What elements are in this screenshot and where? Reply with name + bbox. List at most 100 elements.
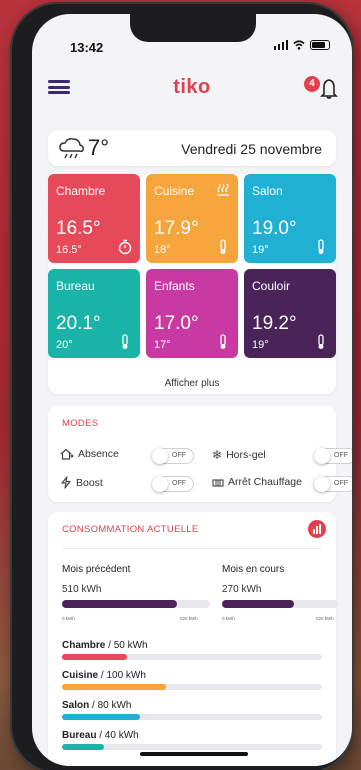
thermometer-icon — [220, 334, 226, 349]
room-name: Cuisine — [154, 184, 195, 198]
status-time: 13:42 — [70, 40, 104, 55]
mode-label: Arrêt Chauffage — [228, 476, 302, 488]
notification-badge: 4 — [304, 76, 320, 92]
room-consumption-name: Cuisine — [62, 670, 99, 681]
room-consumption-bar-fill — [62, 714, 140, 720]
room-consumption-label: Cuisine / 100 kWh — [62, 670, 146, 681]
room-setpoint: 18° — [154, 244, 171, 256]
room-consumption-label: Bureau / 40 kWh — [62, 730, 139, 741]
boost-toggle[interactable]: OFF — [152, 476, 194, 492]
room-name: Chambre — [56, 184, 106, 198]
mode-label: Boost — [76, 476, 103, 489]
room-consumption-value: / 100 kWh — [98, 670, 146, 681]
axis-min: 0 kWh — [62, 616, 75, 621]
room-setpoint: 19° — [252, 339, 269, 351]
previous-month-bar-fill — [62, 600, 178, 608]
room-consumption-bar — [62, 654, 322, 660]
status-icons — [273, 40, 330, 50]
mode-arret-chauffage: Arrêt Chauffage — [212, 476, 302, 488]
room-tile-bureau[interactable]: Bureau 20.1° 20° — [48, 269, 140, 358]
show-more-link[interactable]: Afficher plus — [48, 378, 336, 389]
axis-max: 520 kWh — [180, 616, 198, 621]
room-temperature: 19.2° — [252, 313, 297, 334]
rooms-card: Chambre 16.5° 16.5° Cuisine 17.9° 18° Sa… — [48, 174, 336, 394]
modes-card: MODES Absence OFF ❄ Hors-gel OFF Boost O… — [48, 406, 352, 502]
room-tile-salon[interactable]: Salon 19.0° 19° — [244, 174, 336, 263]
app-bar: tiko 4 — [32, 70, 352, 110]
bar-chart-icon — [313, 524, 321, 534]
room-setpoint: 20° — [56, 339, 73, 351]
axis-min: 0 kWh — [222, 616, 235, 621]
room-consumption-name: Salon — [62, 700, 90, 711]
room-temperature: 16.5° — [56, 218, 101, 239]
notifications-button[interactable]: 4 — [304, 76, 338, 100]
consumption-title: CONSOMMATION ACTUELLE — [62, 524, 199, 535]
room-setpoint: 17° — [154, 339, 171, 351]
room-tile-cuisine[interactable]: Cuisine 17.9° 18° — [146, 174, 238, 263]
current-month-label: Mois en cours — [222, 564, 285, 575]
mode-hors-gel: ❄ Hors-gel — [212, 448, 266, 462]
weather-temperature: 7° — [88, 135, 110, 160]
room-consumption-label: Salon / 80 kWh — [62, 700, 131, 711]
room-name: Couloir — [252, 279, 291, 293]
room-consumption-bar-fill — [62, 654, 127, 660]
snowflake-icon: ❄ — [212, 448, 223, 462]
absence-toggle[interactable]: OFF — [152, 448, 194, 464]
weather-date: Vendredi 25 novembre — [181, 141, 322, 157]
mode-boost: Boost — [60, 476, 103, 489]
thermometer-icon — [122, 334, 128, 349]
previous-month-label: Mois précédent — [62, 564, 131, 575]
arret-chauffage-toggle[interactable]: OFF — [314, 476, 352, 492]
current-month-bar — [222, 600, 338, 608]
room-name: Salon — [252, 184, 283, 198]
axis-max: 520 kWh — [316, 616, 334, 621]
mode-absence: Absence — [60, 448, 119, 460]
room-name: Bureau — [56, 279, 95, 293]
room-tile-enfants[interactable]: Enfants 17.0° 17° — [146, 269, 238, 358]
thermometer-icon — [220, 239, 226, 254]
signal-icon — [273, 40, 288, 50]
room-name: Enfants — [154, 279, 195, 293]
room-consumption-bar-fill — [62, 684, 166, 690]
room-consumption-label: Chambre / 50 kWh — [62, 640, 148, 651]
battery-icon — [310, 40, 330, 50]
cloud-rain-icon — [59, 138, 84, 159]
current-month-bar-fill — [222, 600, 294, 608]
wifi-icon — [293, 40, 305, 50]
previous-month-value: 510 kWh — [62, 584, 102, 595]
phone-frame: 13:42 tiko 4 7° Vendredi 25 novembre Cha… — [10, 2, 354, 770]
consumption-card: CONSOMMATION ACTUELLE Mois précédent 510… — [48, 512, 338, 766]
app-screen: 13:42 tiko 4 7° Vendredi 25 novembre Cha… — [32, 14, 352, 766]
room-setpoint: 16.5° — [56, 244, 82, 256]
timer-icon — [118, 239, 132, 255]
room-tile-couloir[interactable]: Couloir 19.2° 19° — [244, 269, 336, 358]
previous-month-bar — [62, 600, 210, 608]
thermometer-icon — [318, 239, 324, 254]
room-temperature: 20.1° — [56, 313, 101, 334]
room-consumption-bar — [62, 714, 322, 720]
room-consumption-value: / 40 kWh — [96, 730, 139, 741]
room-temperature: 17.0° — [154, 313, 199, 334]
room-tile-chambre[interactable]: Chambre 16.5° 16.5° — [48, 174, 140, 263]
room-consumption-name: Chambre — [62, 640, 106, 651]
room-consumption-bar — [62, 744, 322, 750]
mode-label: Hors-gel — [226, 449, 266, 461]
chart-button[interactable] — [308, 520, 326, 538]
modes-title: MODES — [62, 418, 99, 429]
room-setpoint: 19° — [252, 244, 269, 256]
room-consumption-value: / 80 kWh — [89, 700, 132, 711]
room-temperature: 17.9° — [154, 218, 199, 239]
lightning-icon — [61, 476, 71, 489]
room-consumption-bar — [62, 684, 322, 690]
room-consumption-value: / 50 kWh — [105, 640, 148, 651]
section-divider — [62, 548, 322, 549]
mode-label: Absence — [78, 448, 119, 460]
room-consumption-name: Bureau — [62, 730, 97, 741]
weather-card: 7° Vendredi 25 novembre — [48, 130, 336, 166]
home-away-icon — [60, 448, 74, 460]
hors-gel-toggle[interactable]: OFF — [314, 448, 352, 464]
thermometer-icon — [318, 334, 324, 349]
current-month-value: 270 kWh — [222, 584, 262, 595]
room-temperature: 19.0° — [252, 218, 297, 239]
heater-off-icon — [212, 478, 224, 487]
